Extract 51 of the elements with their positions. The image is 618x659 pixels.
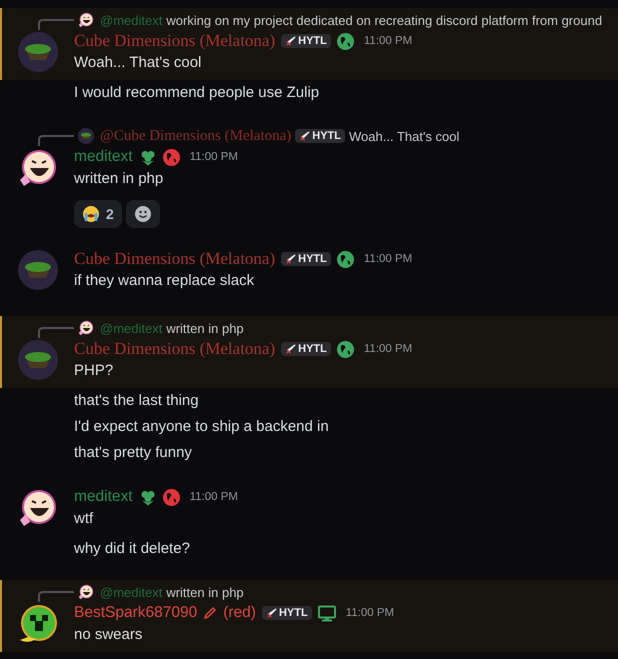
reaction-button[interactable]: 2	[74, 200, 122, 228]
author-name[interactable]: meditext	[74, 148, 133, 166]
timestamp: 11:00 PM	[190, 491, 238, 503]
server-tag: HYTL	[262, 606, 312, 620]
reply-author[interactable]: @Cube Dimensions (Melatona)	[100, 128, 292, 144]
message-text: if they wanna replace slack	[74, 271, 256, 291]
author-suffix[interactable]: (red)	[223, 604, 256, 622]
smiley-icon	[134, 205, 152, 223]
reply-author[interactable]: @meditext	[100, 12, 162, 28]
reply-preview-text[interactable]: written in php	[166, 320, 244, 336]
author-name[interactable]: Cube Dimensions (Melatona)	[74, 339, 276, 359]
add-reaction-button[interactable]	[126, 200, 160, 228]
sword-icon	[266, 608, 277, 618]
timestamp: 11:00 PM	[190, 151, 238, 163]
message-text: wtf	[74, 509, 94, 529]
reply-author[interactable]: @meditext	[100, 584, 162, 600]
message-text: that's the last thing	[73, 391, 200, 411]
author-name[interactable]: BestSpark687090	[74, 604, 198, 622]
timestamp: 11:00 PM	[364, 253, 412, 265]
sword-icon	[285, 254, 296, 264]
message-text: no swears	[74, 625, 144, 645]
server-tag: HYTL	[281, 34, 331, 48]
reply-author[interactable]: @meditext	[100, 320, 162, 336]
message-text: written in php	[74, 169, 164, 189]
reply-preview-text[interactable]: Woah... That's cool	[349, 128, 460, 144]
pencil-icon	[203, 606, 218, 620]
author-name[interactable]: meditext	[74, 488, 133, 506]
timestamp: 11:00 PM	[364, 35, 412, 47]
timestamp: 11:00 PM	[346, 607, 394, 619]
message-text: why did it delete?	[73, 539, 191, 559]
reply-connector	[38, 327, 74, 338]
sword-icon	[299, 130, 310, 142]
message-text: PHP?	[74, 361, 114, 381]
message-text: Woah... That's cool	[74, 53, 202, 73]
message-text: I'd expect anyone to ship a backend in	[73, 417, 330, 437]
author-name[interactable]: Cube Dimensions (Melatona)	[74, 249, 276, 269]
message-text: I would recommend people use Zulip	[73, 83, 320, 103]
reply-preview-text[interactable]: written in php	[166, 584, 244, 600]
reply-connector	[38, 591, 74, 602]
author-name[interactable]: Cube Dimensions (Melatona)	[74, 31, 276, 51]
server-tag: HYTL	[295, 129, 346, 143]
timestamp: 11:00 PM	[364, 343, 412, 355]
reply-connector	[38, 19, 74, 30]
server-tag: HYTL	[281, 342, 331, 356]
sword-icon	[285, 36, 296, 46]
reply-preview-text[interactable]: working on my project dedicated on recreating discord platform from ground	[166, 12, 602, 28]
message-text: that's pretty funny	[73, 443, 193, 463]
sword-icon	[285, 344, 296, 354]
reply-connector	[38, 135, 74, 146]
server-tag: HYTL	[281, 252, 331, 266]
crying-face-icon	[82, 205, 100, 223]
